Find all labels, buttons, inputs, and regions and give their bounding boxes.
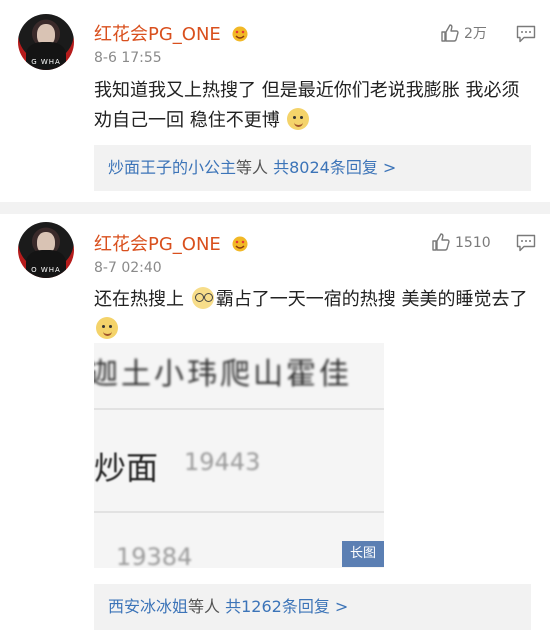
reply-etc: 等人 (188, 597, 221, 616)
image-text-line: 迦土小玮爬山霍佳 (94, 357, 352, 392)
reply-icon[interactable] (516, 234, 536, 252)
comment-image[interactable]: 迦土小玮爬山霍佳 炒面 19443 19384 (94, 343, 384, 568)
long-image-tag: 长图 (342, 541, 384, 567)
thumbs-up-icon (432, 233, 450, 251)
username[interactable]: 红花会PG_ONE (94, 230, 249, 256)
reply-etc: 等人 (236, 158, 269, 177)
reply-icon[interactable] (516, 25, 536, 43)
dizzy-emoji-icon (191, 287, 214, 309)
image-text-number: 19384 (116, 543, 193, 568)
reply-count[interactable]: 共8024条回复 > (273, 158, 396, 177)
doge-emoji-icon (287, 108, 310, 130)
username[interactable]: 红花会PG_ONE (94, 20, 249, 46)
like-count: 1510 (455, 235, 491, 251)
heart-eyes-badge-icon (232, 26, 248, 42)
like-count: 2万 (464, 26, 487, 42)
avatar[interactable]: G WHA (18, 14, 74, 70)
doge-emoji-icon (96, 317, 118, 339)
timestamp: 8-6 17:55 (94, 50, 162, 66)
reply-users[interactable]: 西安冰冰姐 (108, 597, 188, 616)
like-button[interactable]: 2万 (440, 23, 487, 43)
like-button[interactable]: 1510 (431, 232, 491, 252)
avatar[interactable]: O WHA (18, 222, 74, 278)
image-text-name: 炒面 (94, 449, 159, 487)
image-text-number: 19443 (184, 448, 261, 476)
reply-summary[interactable]: 炒面王子的小公主等人 共8024条回复 > (94, 145, 531, 191)
heart-eyes-badge-icon (232, 236, 248, 252)
reply-users[interactable]: 炒面王子的小公主 (108, 158, 236, 177)
comment-text: 还在热搜上 霸占了一天一宿的热搜 美美的睡觉去了 (94, 285, 534, 345)
divider (0, 202, 550, 214)
reply-count[interactable]: 共1262条回复 > (225, 597, 348, 616)
thumbs-up-icon (441, 24, 459, 42)
timestamp: 8-7 02:40 (94, 260, 162, 276)
reply-summary[interactable]: 西安冰冰姐等人 共1262条回复 > (94, 584, 531, 630)
comment-text: 我知道我又上热搜了 但是最近你们老说我膨胀 我必须劝自己一回 稳住不更博 (94, 80, 520, 131)
